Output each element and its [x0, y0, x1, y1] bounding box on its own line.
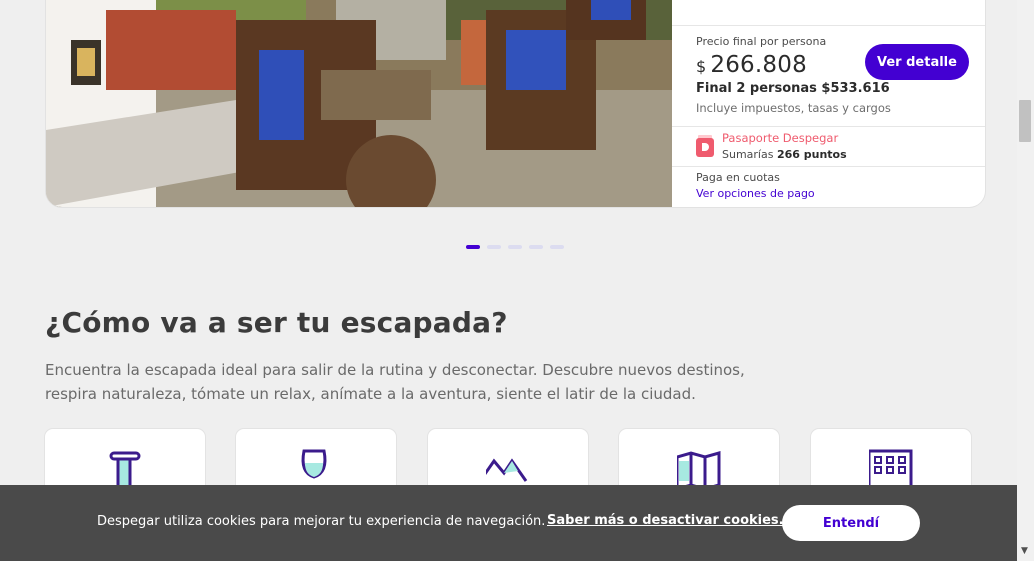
cookie-message: Despegar utiliza cookies para mejorar tu…	[97, 514, 546, 529]
price-label: Precio final por persona	[696, 35, 827, 48]
section-description: Encuentra la escapada ideal para salir d…	[45, 358, 765, 406]
passport-points-prefix: Sumarías	[722, 148, 774, 161]
hotel-terrace-photo	[46, 0, 672, 207]
carousel-dot-4[interactable]	[529, 245, 543, 249]
divider	[672, 166, 985, 167]
installments-label: Paga en cuotas	[696, 171, 780, 184]
section-title: ¿Cómo va a ser tu escapada?	[45, 306, 508, 339]
price-value: 266.808	[710, 52, 807, 78]
column-icon	[109, 451, 141, 487]
divider	[672, 126, 985, 127]
carousel-dot-2[interactable]	[487, 245, 501, 249]
ver-detalle-button[interactable]: Ver detalle	[865, 44, 969, 80]
installments-link[interactable]: Ver opciones de pago	[696, 187, 815, 200]
scroll-down-arrow-icon[interactable]: ▼	[1021, 546, 1028, 556]
building-icon	[869, 449, 913, 487]
passport-icon	[696, 135, 714, 157]
price-per-person: $266.808	[696, 52, 807, 78]
final-two-people: Final 2 personas $533.616	[696, 81, 890, 96]
carousel-dot-5[interactable]	[550, 245, 564, 249]
mountains-icon	[486, 458, 528, 482]
offer-panel: Precio final por persona $266.808 Final …	[672, 0, 985, 207]
passport-points-value: 266 puntos	[776, 148, 847, 161]
cookie-banner: Despegar utiliza cookies para mejorar tu…	[0, 485, 1017, 561]
currency-symbol: $	[696, 57, 707, 76]
map-icon	[677, 451, 721, 487]
wine-glass-icon	[301, 449, 327, 479]
passport-points: Sumarías 266 puntos	[722, 148, 847, 161]
passport-title: Pasaporte Despegar	[722, 131, 839, 145]
divider	[672, 25, 985, 26]
offer-card: Precio final por persona $266.808 Final …	[46, 0, 985, 207]
carousel-dot-3[interactable]	[508, 245, 522, 249]
scrollbar-thumb[interactable]	[1019, 100, 1031, 142]
description-line-2: respira naturaleza, tómate un relax, aní…	[45, 385, 696, 403]
scrollbar[interactable]: ▼	[1017, 0, 1034, 561]
taxes-note: Incluye impuestos, tasas y cargos	[696, 101, 891, 115]
cookie-settings-link[interactable]: Saber más o desactivar cookies.	[547, 513, 784, 528]
carousel-dot-1[interactable]	[466, 245, 480, 249]
description-line-1: Encuentra la escapada ideal para salir d…	[45, 361, 745, 379]
cookie-accept-button[interactable]: Entendí	[782, 505, 920, 541]
